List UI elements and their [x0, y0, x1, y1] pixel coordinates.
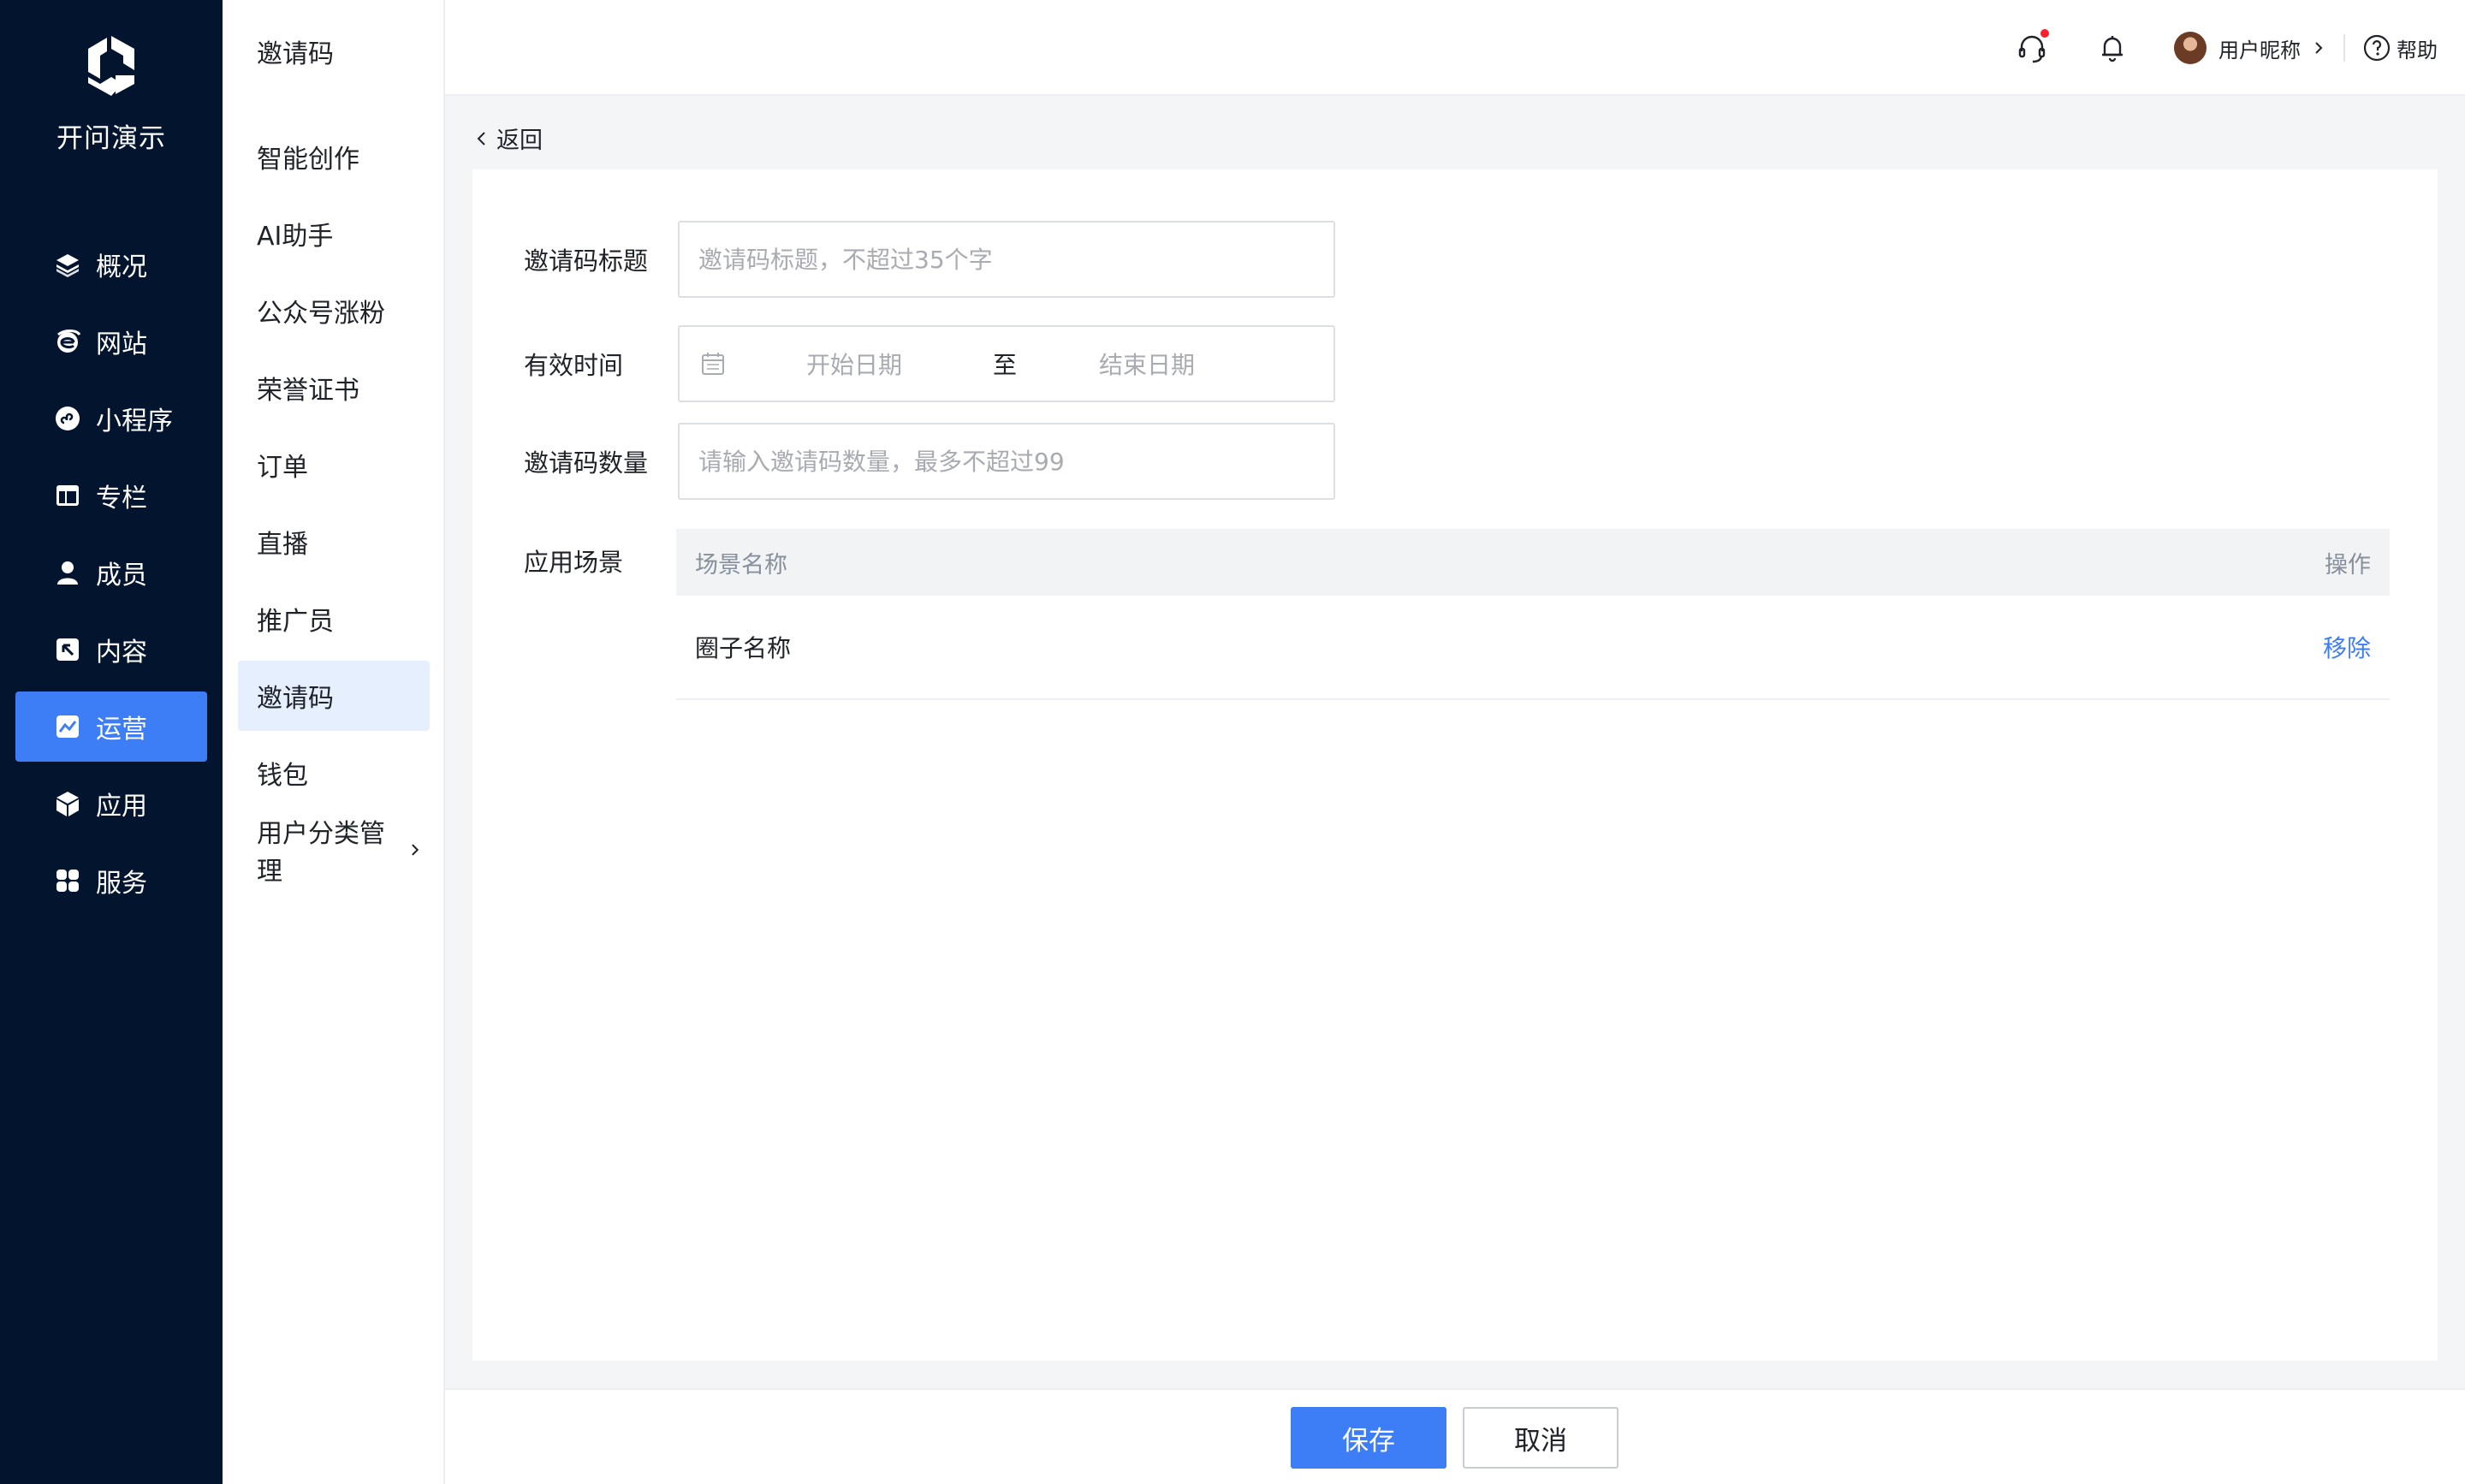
- sub-item-label: 公众号涨粉: [257, 299, 385, 329]
- save-button[interactable]: 保存: [1291, 1407, 1446, 1469]
- column-header-name: 场景名称: [695, 551, 787, 579]
- nav-item-apps[interactable]: 应用: [15, 769, 207, 839]
- column-layout-icon: [53, 481, 82, 510]
- nav-item-content[interactable]: 内容: [15, 614, 207, 685]
- sub-item-label: 推广员: [257, 607, 334, 637]
- invite-quantity-input[interactable]: [678, 423, 1335, 500]
- nav-item-overview[interactable]: 概况: [15, 229, 207, 300]
- chevron-right-icon: [412, 844, 419, 856]
- divider: [2343, 34, 2345, 62]
- footer-bar: 保存 取消: [445, 1388, 2465, 1484]
- sub-item-label: 邀请码: [257, 684, 334, 714]
- sub-item-ai-creation[interactable]: 智能创作: [238, 122, 430, 192]
- sub-item-label: 用户分类管理: [257, 819, 385, 887]
- page-title: 邀请码: [257, 39, 334, 69]
- nav-item-website[interactable]: 网站: [15, 306, 207, 377]
- main-sidebar: 开问演示 概况 网站 小程序 专栏 成员 内容 运营 应用 服务: [0, 0, 223, 1484]
- sub-item-label: AI助手: [257, 222, 334, 252]
- nav-item-label: 网站: [96, 329, 147, 359]
- top-bar: 用户昵称 帮助: [445, 0, 2465, 96]
- content-arrow-icon: [53, 635, 82, 664]
- brand-name: 开问演示: [56, 123, 166, 154]
- sub-item-orders[interactable]: 订单: [238, 430, 430, 500]
- layers-icon: [53, 250, 82, 279]
- mini-program-icon: [53, 404, 82, 433]
- sub-item-user-category[interactable]: 用户分类管理: [238, 815, 430, 887]
- nav-item-column[interactable]: 专栏: [15, 460, 207, 531]
- sub-item-label: 订单: [257, 453, 308, 483]
- date-range-picker[interactable]: 开始日期 至 结束日期: [678, 325, 1335, 402]
- sub-menu-list: 智能创作 AI助手 公众号涨粉 荣誉证书 订单 直播 推广员 邀请码 钱包 用户…: [238, 122, 430, 892]
- chevron-left-icon: [477, 131, 485, 145]
- form-label: 邀请码数量: [524, 448, 649, 478]
- brand: 开问演示: [0, 34, 223, 155]
- user-menu[interactable]: 用户昵称: [2174, 32, 2326, 64]
- chevron-right-icon: [2315, 42, 2323, 54]
- nav-item-label: 运营: [96, 715, 147, 745]
- form-label: 邀请码标题: [524, 246, 649, 276]
- scene-table: 场景名称 操作 圈子名称 移除: [676, 529, 2390, 700]
- cancel-button[interactable]: 取消: [1463, 1407, 1619, 1469]
- help-label: 帮助: [2397, 38, 2438, 62]
- sub-item-promoter[interactable]: 推广员: [238, 584, 430, 654]
- person-icon: [53, 558, 82, 587]
- calendar-icon: [702, 353, 724, 375]
- nav-item-label: 小程序: [96, 407, 173, 436]
- grid-apps-icon: [53, 866, 82, 895]
- nav-item-members[interactable]: 成员: [15, 537, 207, 608]
- sub-item-label: 钱包: [257, 761, 308, 791]
- sub-item-label: 直播: [257, 530, 308, 560]
- back-label: 返回: [496, 128, 543, 154]
- invite-code-form: 邀请码标题 有效时间 开始日期 至 结束日期 邀请码数量 应用场景 场景名: [472, 169, 2438, 1361]
- help-link[interactable]: 帮助: [2362, 33, 2438, 63]
- sub-item-invite-code[interactable]: 邀请码: [238, 661, 430, 731]
- back-link[interactable]: 返回: [472, 122, 543, 155]
- invite-title-input[interactable]: [678, 221, 1335, 298]
- main-nav: 概况 网站 小程序 专栏 成员 内容 运营 应用 服务: [15, 229, 207, 923]
- nav-item-label: 内容: [96, 638, 147, 668]
- nav-item-services[interactable]: 服务: [15, 846, 207, 916]
- nav-item-label: 概况: [96, 252, 147, 282]
- remove-link[interactable]: 移除: [2323, 630, 2371, 664]
- sub-item-certificate[interactable]: 荣誉证书: [238, 353, 430, 423]
- bell-icon[interactable]: [2094, 29, 2131, 67]
- table-header: 场景名称 操作: [676, 529, 2390, 596]
- notification-dot: [2040, 29, 2049, 38]
- browser-e-icon: [53, 327, 82, 356]
- nav-item-label: 专栏: [96, 484, 147, 513]
- form-row-period: 有效时间 开始日期 至 结束日期: [524, 325, 1335, 402]
- sub-item-live[interactable]: 直播: [238, 507, 430, 577]
- date-separator: 至: [993, 351, 1018, 379]
- form-label: 应用场景: [524, 548, 624, 577]
- form-label: 有效时间: [524, 351, 624, 380]
- scene-name: 圈子名称: [695, 634, 792, 662]
- form-row-title: 邀请码标题: [524, 221, 1335, 298]
- top-bar-actions: 用户昵称 帮助: [2013, 29, 2438, 67]
- nav-item-mini-program[interactable]: 小程序: [15, 383, 207, 454]
- avatar: [2174, 32, 2207, 64]
- app-root: 开问演示 概况 网站 小程序 专栏 成员 内容 运营 应用 服务 邀请码 智能创…: [0, 0, 2465, 1484]
- nav-item-label: 应用: [96, 792, 147, 822]
- cube-icon: [53, 789, 82, 818]
- sub-item-follower-growth[interactable]: 公众号涨粉: [238, 276, 430, 346]
- column-header-action: 操作: [2325, 551, 2371, 579]
- nav-item-label: 成员: [96, 561, 147, 591]
- main-content: 返回 邀请码标题 有效时间 开始日期 至 结束日期 邀请码数量 应用场景: [445, 96, 2465, 1388]
- table-row: 圈子名称 移除: [676, 596, 2390, 700]
- sub-menu: 邀请码 智能创作 AI助手 公众号涨粉 荣誉证书 订单 直播 推广员 邀请码 钱…: [223, 0, 445, 1484]
- brand-logo-icon: [88, 36, 134, 96]
- start-date-input[interactable]: 开始日期: [806, 347, 993, 381]
- nav-item-operations[interactable]: 运营: [15, 692, 207, 762]
- sub-item-wallet[interactable]: 钱包: [238, 738, 430, 808]
- sub-item-label: 荣誉证书: [257, 376, 359, 406]
- question-circle-icon: [2363, 34, 2391, 62]
- sub-item-label: 智能创作: [257, 145, 359, 175]
- nav-item-label: 服务: [96, 869, 147, 899]
- sub-item-ai-assistant[interactable]: AI助手: [238, 199, 430, 269]
- headset-icon[interactable]: [2013, 29, 2051, 67]
- user-name: 用户昵称: [2218, 38, 2301, 62]
- chart-line-icon: [53, 712, 82, 741]
- form-row-quantity: 邀请码数量: [524, 423, 1335, 500]
- end-date-input[interactable]: 结束日期: [1099, 347, 1195, 381]
